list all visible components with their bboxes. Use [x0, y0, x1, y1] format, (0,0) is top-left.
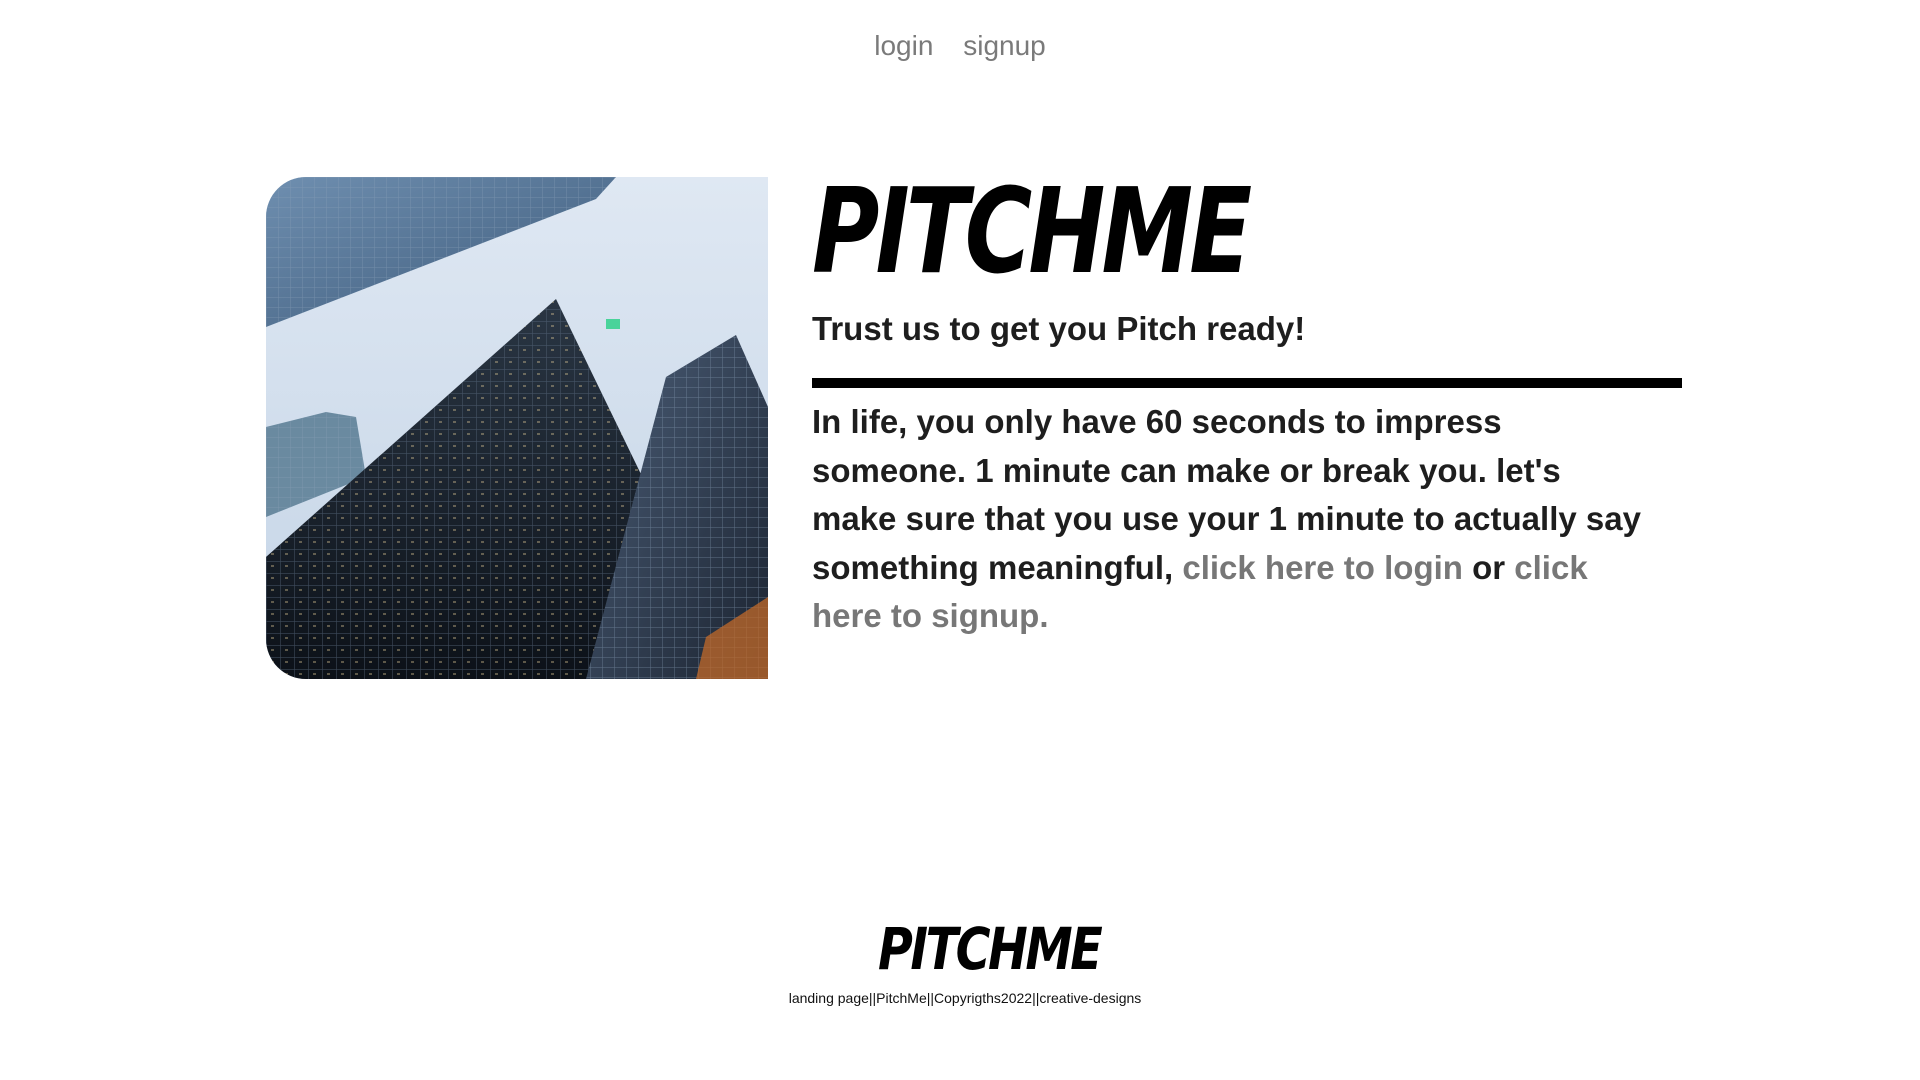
- top-nav: login signup: [0, 30, 1920, 62]
- brand-logo: PITCHME: [812, 162, 1252, 300]
- tagline: Trust us to get you Pitch ready!: [812, 310, 1306, 347]
- footer-logo: PITCHME: [878, 915, 1103, 983]
- footer-copyright: landing page||PitchMe||Copyrigths2022||c…: [788, 990, 1142, 1006]
- intro-paragraph: In life, you only have 60 seconds to imp…: [812, 398, 1652, 641]
- login-link[interactable]: login: [874, 30, 933, 61]
- divider: [812, 378, 1682, 388]
- hero-skyscraper-image: [266, 177, 768, 679]
- or-text: or: [1472, 548, 1506, 586]
- login-cta-link[interactable]: click here to login: [1182, 549, 1463, 586]
- skyscraper-illustration: [266, 177, 768, 679]
- signup-link[interactable]: signup: [963, 30, 1046, 61]
